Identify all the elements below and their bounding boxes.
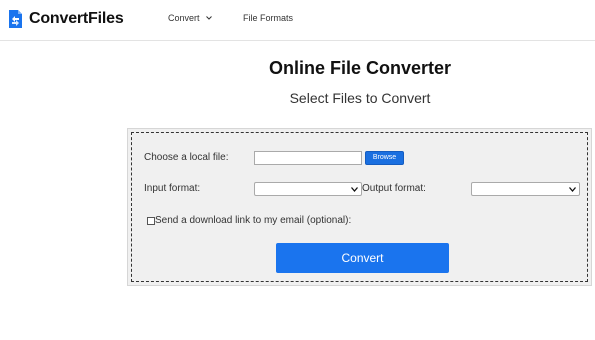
nav-formats-label: File Formats	[243, 13, 294, 23]
email-checkbox-label[interactable]: Send a download link to my email (option…	[155, 215, 351, 226]
logo[interactable]: ConvertFiles	[8, 9, 124, 29]
output-format-label: Output format:	[362, 183, 426, 194]
dropzone-border: Choose a local file: Browse Input format…	[131, 132, 588, 282]
logo-text: ConvertFiles	[29, 10, 124, 27]
choose-file-label: Choose a local file:	[144, 152, 229, 163]
chevron-down-icon	[569, 187, 576, 192]
page-title: Online File Converter	[268, 58, 452, 78]
page-subtitle: Select Files to Convert	[289, 90, 431, 106]
chevron-down-icon	[351, 187, 358, 192]
output-format-select[interactable]	[471, 182, 580, 196]
top-nav-bar: ConvertFiles Convert File Formats	[0, 0, 595, 41]
input-format-select[interactable]	[254, 182, 362, 196]
nav-convert-menu[interactable]: Convert	[168, 13, 212, 23]
convert-button[interactable]: Convert	[276, 243, 449, 273]
nav-convert-label: Convert	[168, 13, 200, 23]
browse-button[interactable]: Browse	[365, 151, 404, 165]
input-format-label: Input format:	[144, 183, 201, 194]
file-logo-icon	[9, 10, 22, 28]
converter-form-panel: Choose a local file: Browse Input format…	[127, 128, 592, 286]
nav-file-formats[interactable]: File Formats	[243, 13, 293, 23]
chevron-down-icon	[205, 16, 212, 20]
file-path-field[interactable]	[254, 151, 362, 165]
email-link-checkbox[interactable]	[147, 217, 155, 225]
